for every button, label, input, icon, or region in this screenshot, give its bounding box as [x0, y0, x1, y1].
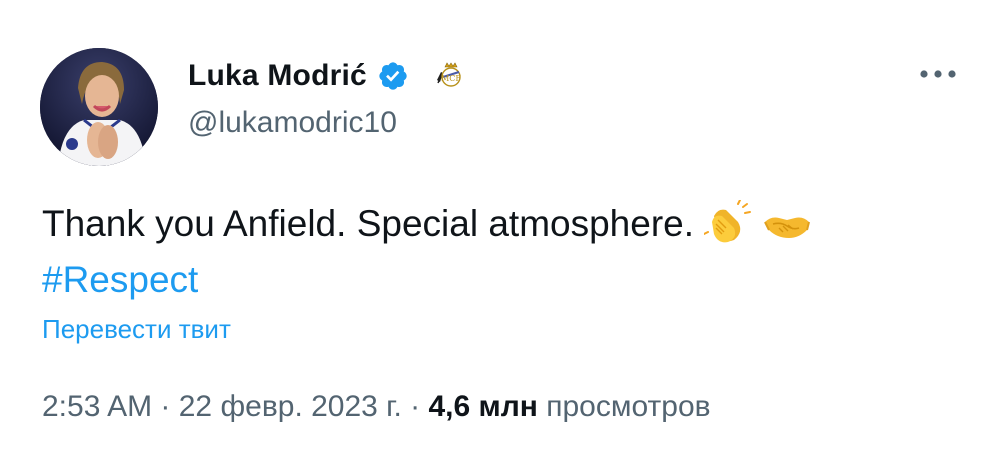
meta-separator: ·	[401, 390, 429, 423]
tweet-card: Luka Modrić MCF @lukamodric10 Thank you …	[0, 0, 1000, 456]
tweet-body-text: Thank you Anfield. Special atmosphere.	[42, 203, 694, 244]
tweet-date[interactable]: 22 февр. 2023 г.	[179, 390, 402, 423]
more-horizontal-icon	[918, 66, 958, 84]
svg-text:MCF: MCF	[441, 74, 461, 83]
views-label: просмотров	[546, 390, 711, 423]
tweet-text: Thank you Anfield. Special atmosphere. #…	[42, 199, 942, 304]
tweet-time[interactable]: 2:53 AM	[42, 390, 152, 423]
verified-badge-icon[interactable]	[377, 60, 409, 92]
clapping-hands-emoji-icon	[703, 199, 752, 256]
author-handle[interactable]: @lukamodric10	[188, 106, 397, 140]
hashtag-link[interactable]: #Respect	[42, 259, 198, 300]
author-name-row: Luka Modrić MCF	[188, 56, 463, 96]
meta-separator: ·	[152, 390, 179, 423]
handshake-emoji-icon	[763, 208, 811, 256]
more-options-button[interactable]	[918, 62, 958, 88]
real-madrid-crest-icon: MCF	[431, 60, 463, 92]
author-display-name[interactable]: Luka Modrić	[188, 59, 367, 93]
translate-tweet-link[interactable]: Перевести твит	[42, 314, 231, 345]
tweet-meta: 2:53 AM · 22 февр. 2023 г. · 4,6 млн про…	[42, 390, 711, 424]
avatar[interactable]	[40, 48, 158, 166]
views-count: 4,6 млн	[428, 390, 538, 423]
